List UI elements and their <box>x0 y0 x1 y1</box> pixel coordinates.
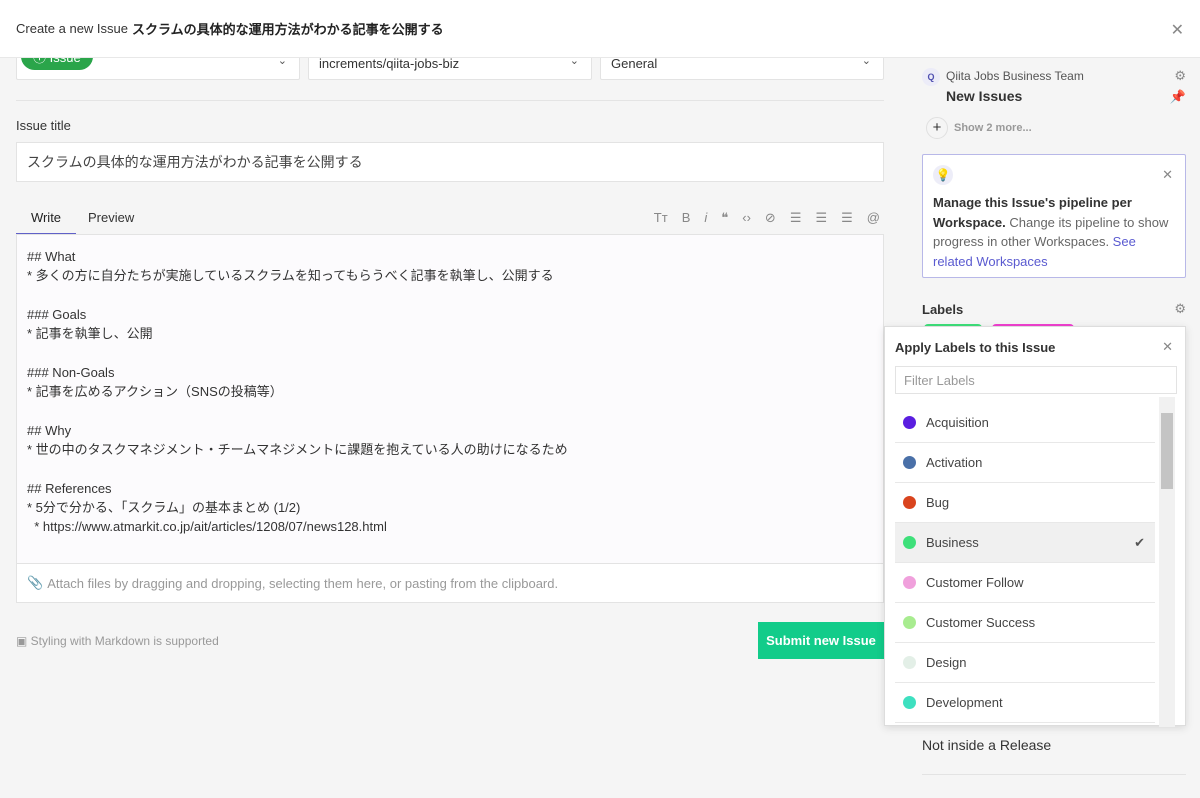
scrollbar[interactable] <box>1159 397 1175 727</box>
markdown-note: ▣ Styling with Markdown is supported <box>16 634 219 648</box>
attach-files-area[interactable]: 📎 Attach files by dragging and dropping,… <box>16 564 884 603</box>
link-icon[interactable]: ⊘ <box>765 210 776 226</box>
release-status: Not inside a Release <box>922 737 1052 753</box>
text-size-icon[interactable]: Tт <box>654 210 668 226</box>
issue-title-input[interactable]: スクラムの具体的な運用方法がわかる記事を公開する <box>16 142 884 182</box>
label-color-dot <box>903 496 916 509</box>
code-icon[interactable]: ‹› <box>742 210 751 226</box>
mention-icon[interactable]: @ <box>867 210 880 226</box>
close-popup-icon[interactable]: ✕ <box>1162 339 1173 355</box>
label-name: Activation <box>926 455 983 470</box>
attach-text: Attach files by dragging and dropping, s… <box>47 575 559 591</box>
italic-icon[interactable]: i <box>704 210 707 226</box>
bold-icon[interactable]: B <box>682 210 691 226</box>
scrollbar-thumb[interactable] <box>1161 413 1173 489</box>
submit-issue-button[interactable]: Submit new Issue <box>758 622 884 659</box>
filter-labels-input[interactable]: Filter Labels <box>895 366 1177 394</box>
workspace-name: Qiita Jobs Business Team <box>946 69 1084 83</box>
label-name: Customer Success <box>926 615 1036 630</box>
label-color-dot <box>903 456 916 469</box>
popup-title: Apply Labels to this Issue <box>895 340 1056 355</box>
apply-labels-popup: Apply Labels to this Issue ✕ Filter Labe… <box>884 326 1186 727</box>
show-more-button[interactable]: + Show 2 more... <box>922 117 1032 139</box>
label-option[interactable]: Design <box>895 643 1155 683</box>
label-name: Business <box>926 535 979 550</box>
label-color-dot <box>903 416 916 429</box>
label-option[interactable]: Activation <box>895 443 1155 483</box>
label-color-dot <box>903 616 916 629</box>
quote-icon[interactable]: ❝ <box>721 210 728 226</box>
label-option[interactable]: Acquisition <box>895 403 1155 443</box>
label-name: Bug <box>926 495 950 510</box>
label-name: Design <box>926 655 967 670</box>
close-tip-icon[interactable]: ✕ <box>1162 165 1173 185</box>
gear-icon[interactable]: ⚙ <box>1174 68 1186 84</box>
show-more-text: Show 2 more... <box>954 122 1032 134</box>
label-color-dot <box>903 656 916 669</box>
label-option[interactable]: Business ✔ <box>895 523 1155 563</box>
lightbulb-icon: 💡 <box>933 165 953 185</box>
header-title: スクラムの具体的な運用方法がわかる記事を公開する <box>132 22 444 37</box>
editor-tabs: Write Preview Tт B i ❝ ‹› ⊘ ☰ ☰ ☰ @ <box>16 206 884 235</box>
label-color-dot <box>903 576 916 589</box>
label-name: Development <box>926 695 1003 710</box>
format-toolbar: Tт B i ❝ ‹› ⊘ ☰ ☰ ☰ @ <box>654 210 880 226</box>
label-color-dot <box>903 536 916 549</box>
label-option[interactable]: Customer Success <box>895 603 1155 643</box>
label-color-dot <box>903 696 916 709</box>
label-name: Customer Follow <box>926 575 1024 590</box>
label-option[interactable]: Customer Follow <box>895 563 1155 603</box>
labels-section: Labels ⚙ <box>922 301 1186 330</box>
issue-body-textarea[interactable]: ## What * 多くの方に自分たちが実施しているスクラムを知ってもらうべく記… <box>16 234 884 564</box>
modal-header: Create a new Issue スクラムの具体的な運用方法がわかる記事を公… <box>0 0 1200 58</box>
divider <box>16 100 884 101</box>
check-icon: ✔ <box>1134 534 1145 550</box>
paperclip-icon: 📎 <box>27 575 44 590</box>
markdown-icon: ▣ <box>16 634 31 648</box>
release-value: General <box>611 56 658 71</box>
numbered-list-icon[interactable]: ☰ <box>815 210 827 226</box>
label-option[interactable]: Development <box>895 683 1155 723</box>
pin-icon[interactable]: 📌 <box>1170 89 1186 105</box>
tab-write[interactable]: Write <box>16 210 76 235</box>
labels-heading: Labels <box>922 302 964 317</box>
divider <box>922 774 1186 775</box>
close-modal-icon[interactable]: ✕ <box>1171 20 1184 40</box>
issue-title-label: Issue title <box>16 118 71 133</box>
label-option[interactable]: Bug <box>895 483 1155 523</box>
pipeline-tip-card: 💡 ✕ Manage this Issue's pipeline per Wor… <box>922 154 1186 278</box>
labels-gear-icon[interactable]: ⚙ <box>1174 301 1186 317</box>
plus-icon: + <box>926 117 948 139</box>
label-name: Acquisition <box>926 415 989 430</box>
markdown-text: Styling with Markdown is supported <box>30 634 219 648</box>
header-prefix: Create a new Issue <box>16 21 129 36</box>
repo-value: increments/qiita-jobs-biz <box>319 56 460 71</box>
workspace-icon: Q <box>922 68 940 86</box>
task-list-icon[interactable]: ☰ <box>841 210 853 226</box>
tab-preview[interactable]: Preview <box>88 210 134 225</box>
bullet-list-icon[interactable]: ☰ <box>790 210 802 226</box>
pipeline-name[interactable]: New Issues <box>946 88 1022 104</box>
